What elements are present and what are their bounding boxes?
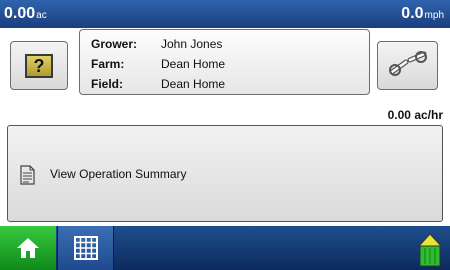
document-icon xyxy=(20,165,35,185)
grid-button[interactable] xyxy=(57,226,114,270)
setup-button[interactable] xyxy=(377,41,438,90)
bottom-nav-bar xyxy=(0,226,450,270)
grid-icon xyxy=(74,236,98,260)
area-rate: 0.00 ac/hr xyxy=(387,108,443,122)
area-unit: ac xyxy=(36,10,47,21)
home-button[interactable] xyxy=(0,226,56,270)
speed-readout: 0.0mph xyxy=(401,5,444,23)
tank-level-icon xyxy=(417,233,443,267)
view-operation-summary-button[interactable]: View Operation Summary xyxy=(7,125,443,222)
tank-level-indicator[interactable] xyxy=(410,226,450,270)
speed-unit: mph xyxy=(424,10,444,21)
top-status-bar: 0.00ac 0.0mph xyxy=(0,0,450,28)
help-question-icon: ? xyxy=(25,54,53,78)
farm-label: Farm: xyxy=(91,57,125,71)
area-value: 0.00 xyxy=(4,5,36,22)
grower-value: John Jones xyxy=(161,37,223,51)
help-button[interactable]: ? xyxy=(10,41,68,90)
home-icon xyxy=(17,238,39,258)
field-value: Dean Home xyxy=(161,77,226,91)
grower-label: Grower: xyxy=(91,37,138,51)
field-label: Field: xyxy=(91,77,123,91)
area-readout: 0.00ac xyxy=(4,5,47,23)
grower-farm-field-box[interactable]: Grower: John Jones Farm: Dean Home Field… xyxy=(79,29,370,95)
farm-value: Dean Home xyxy=(161,57,226,71)
wrench-icon xyxy=(389,51,427,76)
view-operation-summary-label: View Operation Summary xyxy=(50,167,187,181)
speed-value: 0.0 xyxy=(401,5,424,22)
